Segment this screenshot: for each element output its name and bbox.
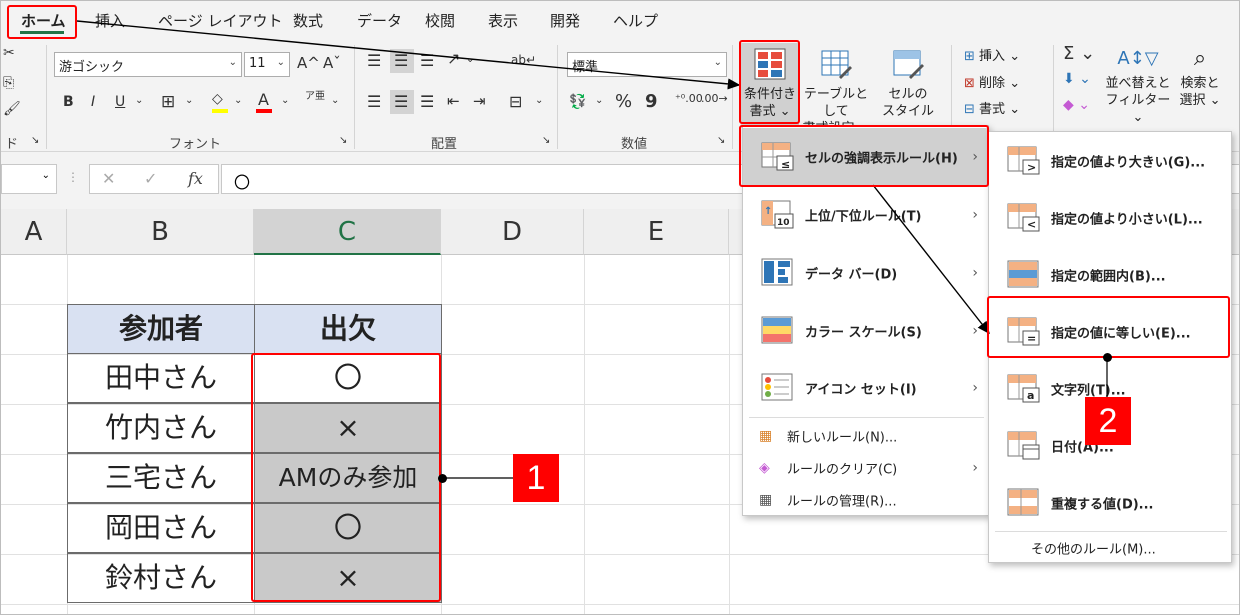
highlight-attendance-range [251,353,441,602]
annotation-dot [1103,353,1112,362]
annotation-dot [438,474,447,483]
highlight-home-tab [7,5,77,39]
arrow-highlight-to-equal [872,184,990,335]
arrow-home-to-cond-format [76,20,741,90]
highlight-highlight-rules [739,125,989,187]
highlight-equal-to [987,296,1230,358]
excel-window: ホーム 挿入 ページ レイアウト 数式 データ 校閲 表示 開発 ヘルプ ✂ ⎘… [0,0,1240,615]
step-badge-1: 1 [513,454,559,502]
highlight-cond-format-button [739,40,800,124]
step-badge-2: 2 [1085,397,1131,445]
